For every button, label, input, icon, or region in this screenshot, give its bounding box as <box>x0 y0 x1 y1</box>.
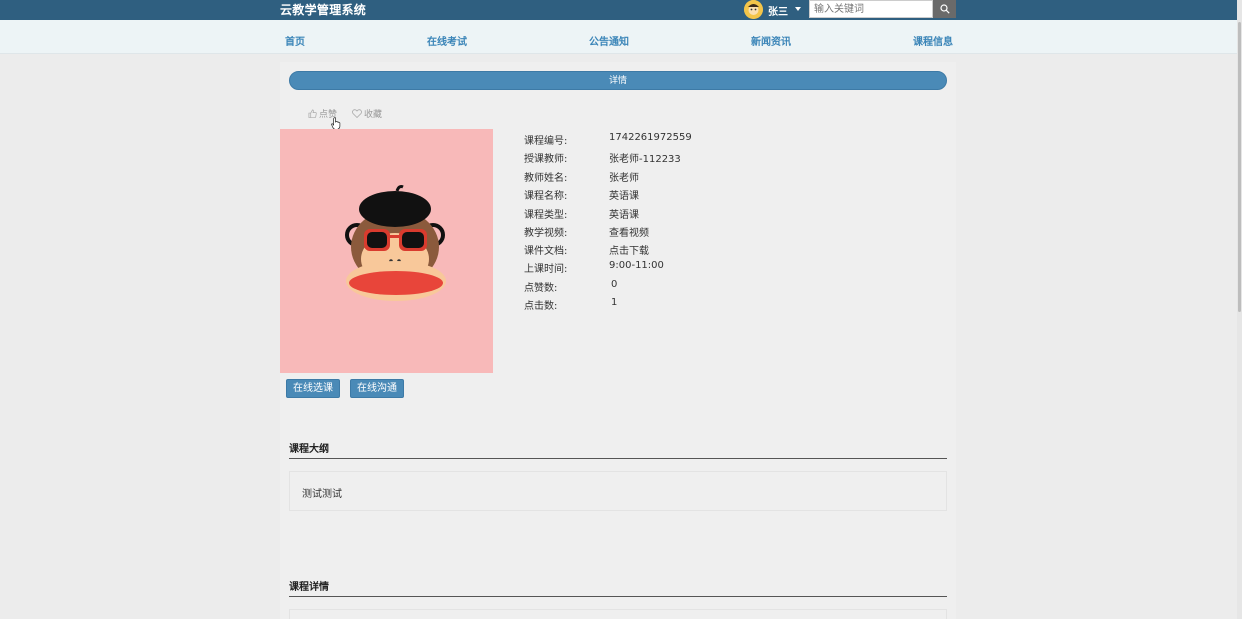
view-video-link[interactable]: 查看视频 <box>609 224 649 239</box>
field-label-course-id: 课程编号: <box>524 136 568 147</box>
field-label-video: 教学视频: <box>524 228 568 239</box>
heart-icon <box>352 109 362 118</box>
scrollbar-thumb[interactable] <box>1238 22 1241 312</box>
field-value-likes: 0 <box>611 279 618 290</box>
course-cover-image <box>280 129 493 373</box>
nav-online-exam[interactable]: 在线考试 <box>427 33 467 48</box>
nav-announcements[interactable]: 公告通知 <box>589 33 629 48</box>
section-divider <box>289 458 947 459</box>
syllabus-box <box>289 471 947 511</box>
field-label-likes: 点赞数: <box>524 283 558 294</box>
course-details-title: 课程详情 <box>289 582 329 593</box>
field-value-teacher-name: 张老师 <box>609 173 639 184</box>
field-value-clicks: 1 <box>611 297 618 308</box>
syllabus-content: 测试测试 <box>302 489 342 500</box>
site-title[interactable]: 云教学管理系统 <box>280 1 366 18</box>
field-value-teacher: 张老师-112233 <box>609 154 681 165</box>
nav-course-info[interactable]: 课程信息 <box>913 33 953 48</box>
detail-banner: 详情 <box>289 71 947 90</box>
field-label-clicks: 点击数: <box>524 301 558 312</box>
thumbs-up-icon <box>308 109 317 118</box>
top-bar <box>0 0 1242 20</box>
field-label-class-time: 上课时间: <box>524 264 568 275</box>
user-name[interactable]: 张三 <box>768 3 788 18</box>
syllabus-title: 课程大纲 <box>289 444 329 455</box>
section-divider <box>289 596 947 597</box>
nav-news[interactable]: 新闻资讯 <box>751 33 791 48</box>
field-label-teacher-name: 教师姓名: <box>524 173 568 184</box>
search-icon <box>939 4 950 14</box>
favorite-button[interactable]: 收藏 <box>352 107 382 120</box>
field-label-document: 课件文档: <box>524 246 568 257</box>
field-value-class-time: 9:00-11:00 <box>609 260 664 271</box>
course-details-box <box>289 609 947 619</box>
field-label-teacher: 授课教师: <box>524 154 568 165</box>
nav-home[interactable]: 首页 <box>285 33 305 48</box>
search-button[interactable] <box>933 0 956 18</box>
download-document-link[interactable]: 点击下载 <box>609 242 649 257</box>
enroll-course-button[interactable]: 在线选课 <box>286 379 340 398</box>
field-label-course-name: 课程名称: <box>524 191 568 202</box>
field-value-course-type: 英语课 <box>609 210 639 221</box>
field-value-course-name: 英语课 <box>609 191 639 202</box>
chevron-down-icon[interactable] <box>795 7 801 11</box>
online-chat-button[interactable]: 在线沟通 <box>350 379 404 398</box>
favorite-label: 收藏 <box>364 110 383 120</box>
user-avatar[interactable] <box>744 0 763 19</box>
field-value-course-id: 1742261972559 <box>609 132 692 143</box>
search-input[interactable] <box>809 0 933 18</box>
field-label-course-type: 课程类型: <box>524 210 568 221</box>
